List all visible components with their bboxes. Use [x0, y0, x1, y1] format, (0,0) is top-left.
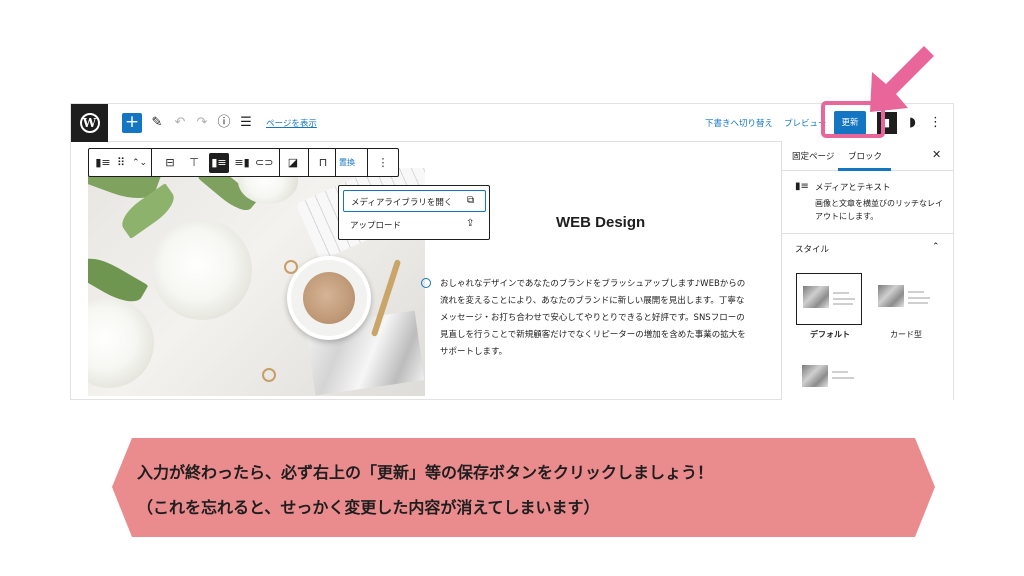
open-media-library-label: メディアライブラリを開く [351, 198, 453, 208]
peony-flower [152, 220, 252, 320]
active-tab-indicator [838, 168, 891, 171]
tab-page[interactable]: 固定ページ [792, 150, 834, 162]
block-appender-icon[interactable] [421, 278, 431, 288]
wordpress-logo-icon[interactable]: W [71, 104, 108, 142]
paragraph-line: おしゃれなデザインであなたのブランドをブラッシュアップします♪WEBからの [440, 279, 746, 289]
add-block-button[interactable]: + [122, 113, 142, 133]
block-name: メディアとテキスト [815, 183, 891, 193]
jetpack-icon[interactable]: ◗ [905, 115, 920, 130]
media-replace-menu: メディアライブラリを開く ⧉ アップロード ⇪ [338, 185, 490, 240]
paint-roller-icon[interactable]: ⊓ [314, 153, 332, 173]
style-default-label: デフォルト [810, 330, 850, 339]
media-left-icon[interactable]: ▮≡ [209, 153, 229, 173]
style-card-label: カード型 [890, 330, 922, 339]
more-vertical-icon[interactable]: ⋮ [929, 114, 942, 132]
list-view-icon[interactable]: ☰ [237, 114, 255, 132]
info-icon[interactable]: ⓘ [215, 114, 233, 132]
replace-media-button[interactable]: 置換 [339, 153, 355, 173]
link-icon[interactable]: ⊂⊃ [255, 153, 273, 173]
ring-decoration [262, 368, 276, 382]
crop-image-icon[interactable]: ◪ [284, 153, 302, 173]
more-vertical-icon[interactable]: ⋮ [375, 153, 391, 173]
media-text-block-icon[interactable]: ▮≡ [94, 153, 112, 173]
instruction-line-1: 入力が終わったら、必ず右上の「更新」等の保存ボタンをクリックしましょう！ [137, 463, 714, 482]
pencil-icon[interactable]: ✎ [148, 114, 166, 132]
upload-item[interactable]: アップロード ⇪ [343, 215, 486, 237]
upload-label: アップロード [350, 221, 402, 231]
vertical-align-top-icon[interactable]: ⊤ [185, 153, 203, 173]
upload-icon: ⇪ [466, 218, 475, 229]
block-toolbar: ▮≡ ⠿ ⌃⌄ ⊟ ⊤ ▮≡ ≡▮ ⊂⊃ ◪ ⊓ 置換 ⋮ [88, 148, 399, 177]
style-card[interactable] [872, 273, 938, 325]
peony-flower [88, 298, 154, 388]
paragraph-line: 見直しを行うことで新規顧客だけでなくリピーターの増加を含めた事業の拡大を [440, 330, 746, 340]
switch-to-draft-button[interactable]: 下書きへ切り替え [705, 117, 773, 129]
pointer-arrow-icon [870, 46, 934, 112]
styles-panel-title[interactable]: スタイル [795, 243, 829, 255]
redo-icon[interactable]: ↷ [193, 114, 211, 132]
chevron-up-icon[interactable]: ⌃ [932, 242, 940, 252]
drag-handle-icon[interactable]: ⠿ [114, 153, 128, 173]
media-text-block-icon: ▮≡ [795, 181, 809, 192]
instruction-banner [112, 438, 935, 537]
coffee-cup [287, 256, 371, 340]
slide: W + ✎ ↶ ↷ ⓘ ☰ ページを表示 下書きへ切り替え プレビュー 更新 ▮… [0, 0, 1024, 576]
settings-sidebar: 固定ページ ブロック ✕ ▮≡ メディアとテキスト 画像と文章を横並びのリッチな… [781, 141, 954, 400]
media-library-icon: ⧉ [467, 195, 475, 206]
content-paragraph[interactable]: おしゃれなデザインであなたのブランドをブラッシュアップします♪WEBからの 流れ… [440, 276, 770, 361]
align-icon[interactable]: ⊟ [161, 153, 179, 173]
instruction-line-2: （これを忘れると、せっかく変更した内容が消えてしまいます） [137, 498, 600, 517]
tab-block[interactable]: ブロック [848, 150, 882, 162]
paragraph-line: サポートします。 [440, 347, 508, 357]
view-page-link[interactable]: ページを表示 [266, 117, 317, 129]
block-description: 画像と文章を横並びのリッチなレイアウトにします。 [815, 199, 943, 221]
move-up-down-icon[interactable]: ⌃⌄ [132, 153, 147, 173]
ring-decoration [284, 260, 298, 274]
style-default[interactable] [796, 273, 862, 325]
content-heading[interactable]: WEB Design [556, 214, 645, 231]
style-third[interactable] [796, 353, 862, 405]
close-icon[interactable]: ✕ [932, 148, 941, 161]
paragraph-line: 流れを変えることにより、あなたのブランドに新しい展開を見出します。丁寧な [440, 296, 745, 306]
undo-icon[interactable]: ↶ [171, 114, 189, 132]
media-right-icon[interactable]: ≡▮ [233, 153, 251, 173]
paragraph-line: メッセージ・お打ち合わせで安心してやりとりできると好評です。SNSフローの [440, 313, 745, 323]
open-media-library-item[interactable]: メディアライブラリを開く ⧉ [343, 190, 486, 212]
sidebar-tabs: 固定ページ ブロック ✕ [782, 141, 954, 171]
